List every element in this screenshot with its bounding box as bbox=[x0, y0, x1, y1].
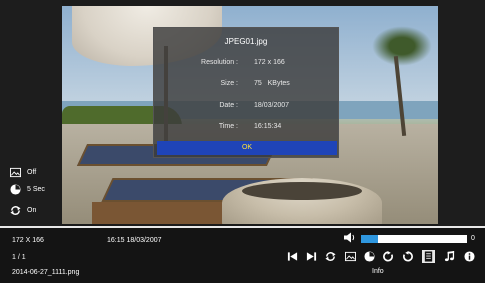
file-info-dialog: JPEG01.jpg Resolution : 172 x 166 Size :… bbox=[153, 27, 339, 158]
rotate-left-button[interactable] bbox=[401, 250, 414, 263]
volume-level bbox=[361, 235, 378, 243]
skip-next-icon bbox=[306, 252, 317, 261]
selected-control-label: Info bbox=[372, 268, 384, 275]
info-icon bbox=[464, 251, 475, 262]
time-value: 16:15:34 bbox=[254, 123, 282, 130]
slideshow-button[interactable] bbox=[344, 250, 357, 263]
time-label: Time : bbox=[218, 123, 238, 130]
interval-status-label: 5 Sec bbox=[27, 186, 45, 193]
music-note-icon bbox=[444, 251, 455, 262]
repeat-status-label: On bbox=[27, 207, 37, 214]
info-button[interactable] bbox=[463, 250, 476, 263]
size-label: Size : bbox=[220, 80, 238, 87]
speaker-icon[interactable] bbox=[344, 232, 357, 243]
volume-slider[interactable] bbox=[361, 235, 467, 243]
right-panel bbox=[438, 0, 485, 226]
ok-button[interactable]: OK bbox=[157, 141, 337, 155]
info-page-button[interactable] bbox=[422, 250, 435, 263]
size-value: 75 KBytes bbox=[254, 80, 290, 87]
volume-value: 0 bbox=[471, 235, 475, 242]
slideshow-status: Off bbox=[10, 167, 36, 178]
image-resolution: 172 X 166 bbox=[12, 237, 44, 244]
image-datetime: 16:15 18/03/2007 bbox=[107, 237, 162, 244]
clock-icon bbox=[10, 184, 21, 195]
date-label: Date : bbox=[219, 102, 238, 109]
viewer-window: JPEG01.jpg Resolution : 172 x 166 Size :… bbox=[0, 0, 485, 283]
slideshow-status-label: Off bbox=[27, 169, 37, 176]
date-value: 18/03/2007 bbox=[254, 102, 290, 109]
previous-button[interactable] bbox=[286, 250, 299, 263]
image-position: 1 / 1 bbox=[12, 254, 26, 261]
resolution-label: Resolution : bbox=[201, 59, 238, 66]
rotate-right-button[interactable] bbox=[382, 250, 395, 263]
rotate-left-icon bbox=[403, 251, 413, 262]
picture-icon bbox=[10, 167, 21, 178]
dialog-title: JPEG01.jpg bbox=[224, 37, 268, 46]
info-page-icon bbox=[424, 251, 433, 262]
music-button[interactable] bbox=[443, 250, 456, 263]
rotate-right-icon bbox=[383, 251, 393, 262]
clock-icon bbox=[364, 251, 375, 262]
interval-button[interactable] bbox=[363, 250, 376, 263]
skip-previous-icon bbox=[287, 252, 298, 261]
next-button[interactable] bbox=[305, 250, 318, 263]
repeat-status: On bbox=[10, 205, 36, 216]
repeat-icon bbox=[10, 206, 21, 215]
picture-icon bbox=[345, 251, 356, 262]
interval-status: 5 Sec bbox=[10, 184, 45, 195]
resolution-value: 172 x 166 bbox=[254, 59, 285, 66]
repeat-button[interactable] bbox=[324, 250, 337, 263]
file-name: 2014-06-27_1111.png bbox=[12, 269, 80, 276]
repeat-icon bbox=[325, 252, 336, 261]
